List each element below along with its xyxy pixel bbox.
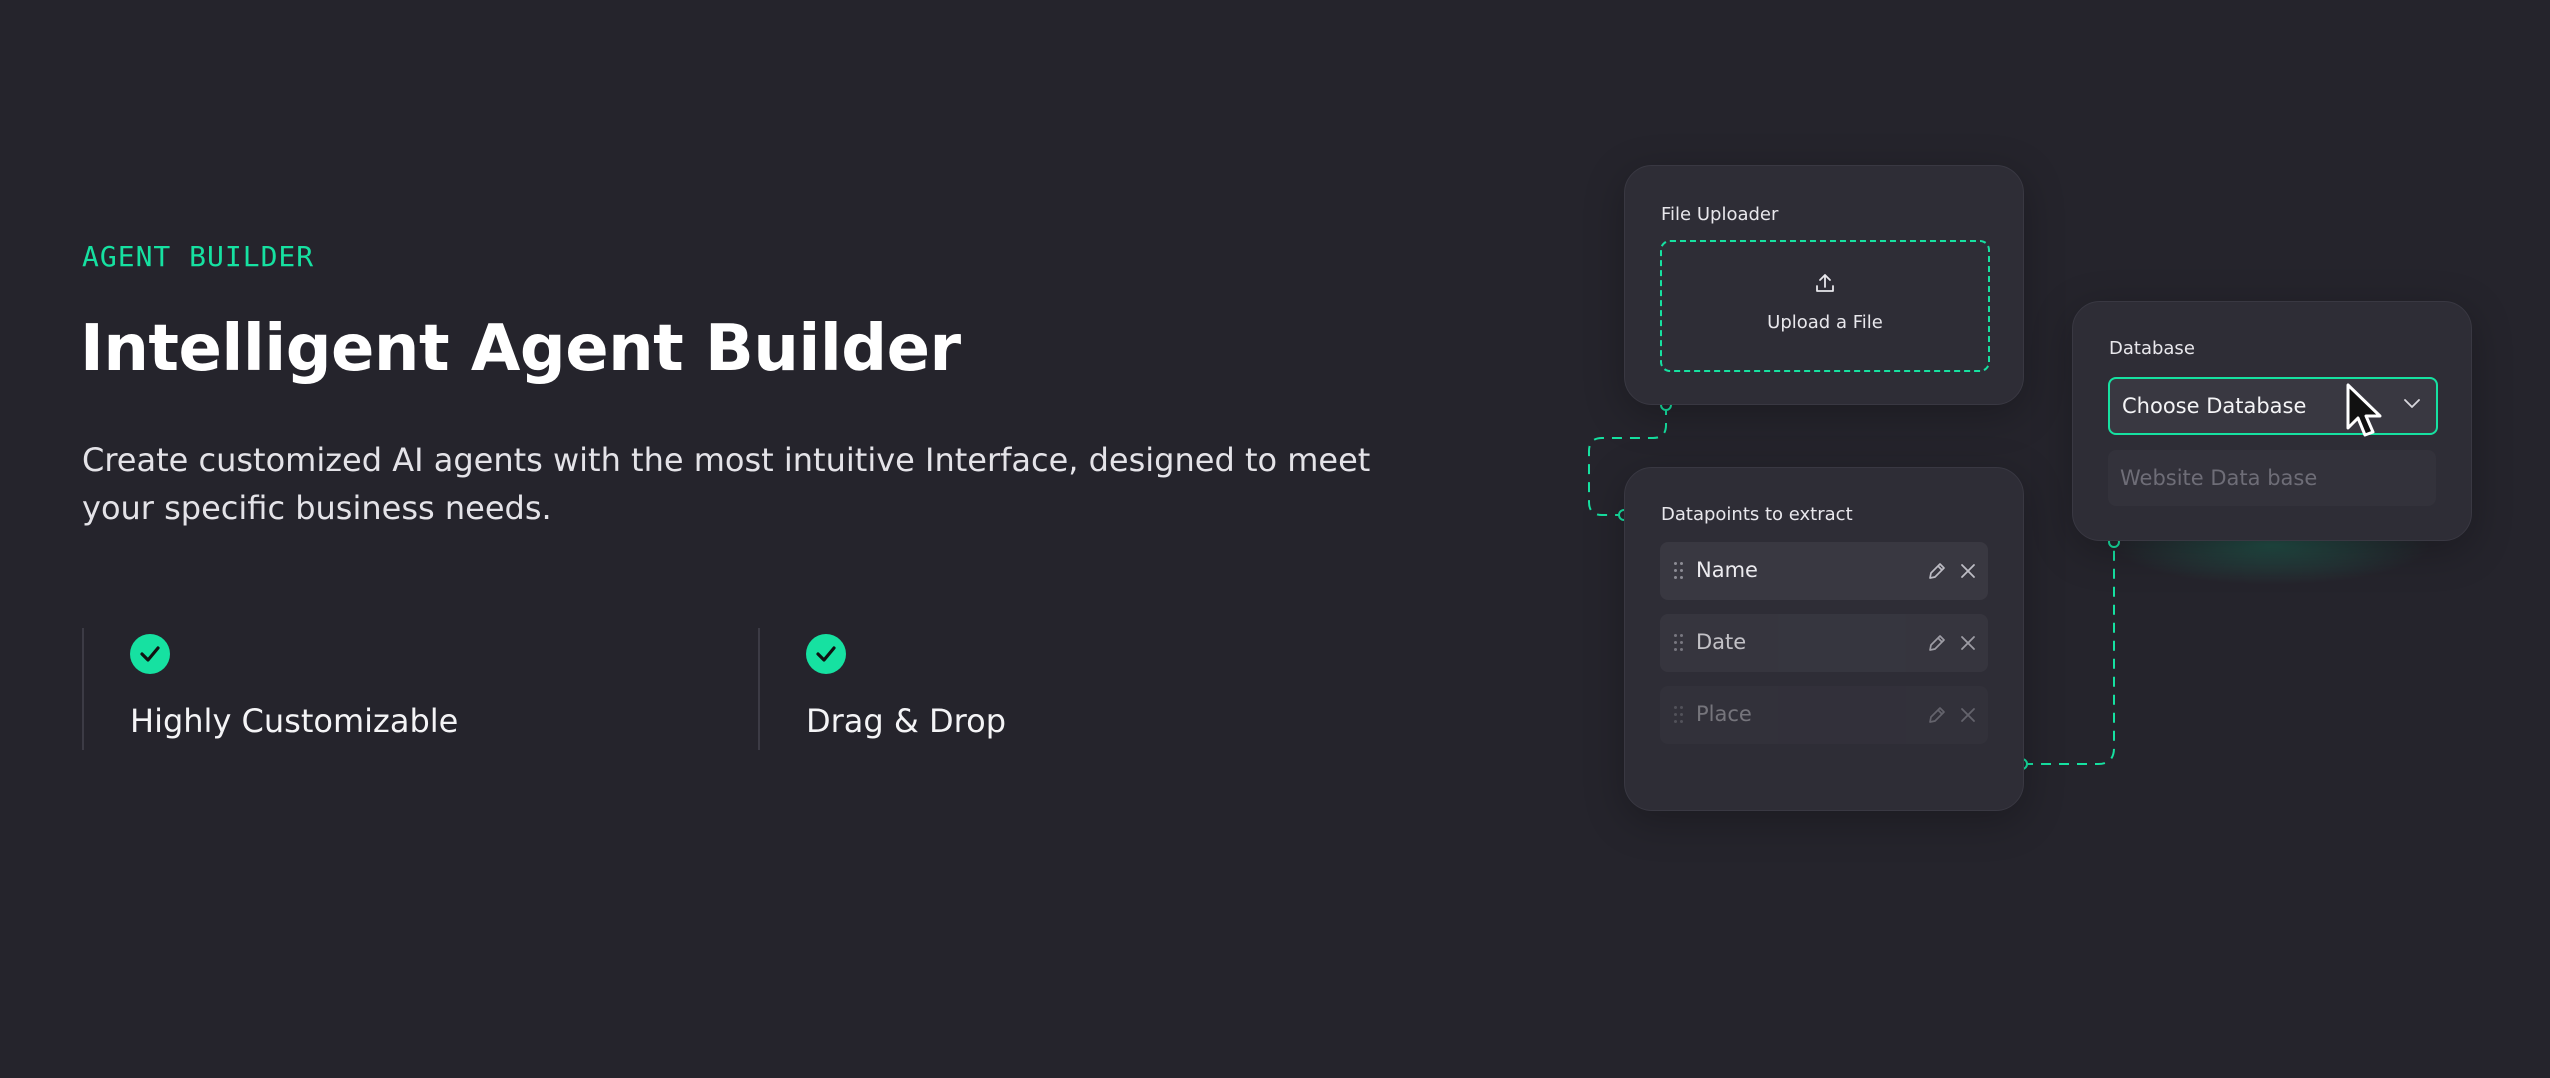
pencil-icon[interactable] [1926,632,1948,654]
file-uploader-title: File Uploader [1661,204,1779,225]
agent-builder-section: AGENT BUILDER Intelligent Agent Builder … [0,0,2550,1078]
datapoints-card[interactable]: Datapoints to extract Name Date Place [1624,467,2024,811]
drag-handle-icon[interactable] [1674,634,1684,652]
datapoint-item-date[interactable]: Date [1660,614,1988,672]
database-option[interactable]: Website Data base [2108,450,2436,506]
close-icon[interactable] [1958,561,1978,581]
mouse-cursor-icon [2346,383,2382,437]
datapoint-item-name[interactable]: Name [1660,542,1988,600]
drag-handle-icon[interactable] [1674,706,1684,724]
upload-label: Upload a File [1767,312,1883,333]
close-icon[interactable] [1958,633,1978,653]
datapoint-item-place[interactable]: Place [1660,686,1988,744]
database-select-label: Choose Database [2122,394,2307,418]
datapoints-title: Datapoints to extract [1661,504,1853,525]
upload-dropzone[interactable]: Upload a File [1660,240,1990,372]
pencil-icon[interactable] [1926,560,1948,582]
close-icon[interactable] [1958,705,1978,725]
database-title: Database [2109,338,2195,359]
database-select[interactable]: Choose Database [2108,377,2438,435]
chevron-down-icon[interactable] [2402,397,2422,411]
datapoint-label: Name [1696,558,1758,582]
datapoint-label: Place [1696,702,1752,726]
database-card[interactable]: Database Choose Database Website Data ba… [2072,301,2472,541]
datapoint-label: Date [1696,630,1747,654]
upload-icon [1816,274,1834,292]
drag-handle-icon[interactable] [1674,562,1684,580]
database-option-label: Website Data base [2120,466,2318,490]
file-uploader-card[interactable]: File Uploader Upload a File [1624,165,2024,405]
pencil-icon[interactable] [1926,704,1948,726]
